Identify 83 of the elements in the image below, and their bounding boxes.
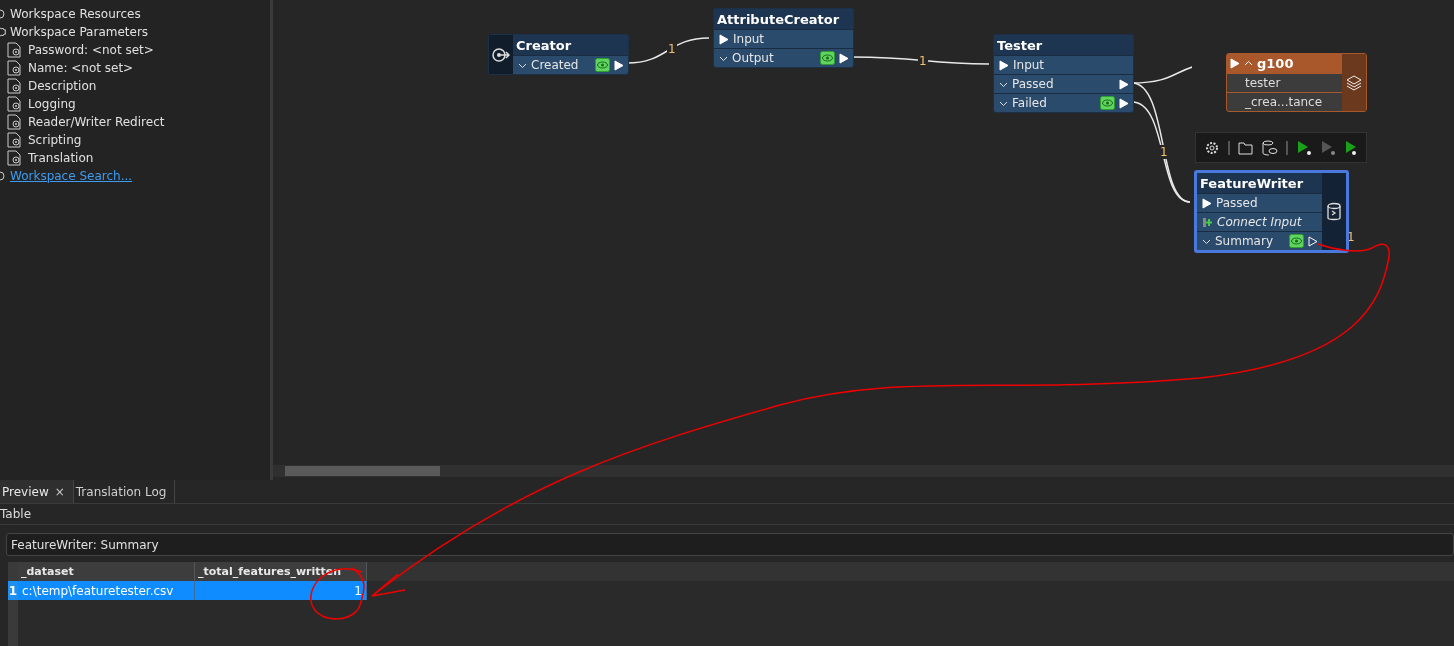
tree-item[interactable]: Scripting (28, 133, 82, 147)
port-arrow-icon[interactable] (614, 59, 624, 71)
parameter-icon (6, 42, 24, 58)
bookmark-title: g100 (1257, 56, 1294, 71)
port-label: Passed (1216, 196, 1258, 210)
port-label: Passed (1012, 77, 1054, 91)
row-number-gutter (8, 600, 18, 646)
folder-icon[interactable] (1238, 140, 1254, 155)
parameter-icon (6, 150, 24, 166)
database-eye-icon[interactable] (1262, 139, 1278, 156)
database-icon (1326, 201, 1342, 222)
layers-icon (1345, 73, 1363, 92)
port-label: Created (531, 58, 579, 72)
port-label: Input (1013, 58, 1045, 72)
port-arrow-icon[interactable] (1230, 58, 1240, 69)
table-cell: 1 (195, 581, 367, 600)
bookmark-node[interactable]: g100 tester _crea...tance (1226, 53, 1367, 112)
table-cell: c:\temp\featuretester.csv (18, 581, 195, 600)
tree-item[interactable]: Translation (28, 151, 94, 165)
horizontal-scrollbar[interactable] (273, 465, 1454, 477)
port-label: Failed (1012, 96, 1047, 110)
node-title: AttributeCreator (714, 9, 853, 29)
panel-tab[interactable]: Preview × (0, 480, 74, 503)
source-field[interactable]: FeatureWriter: Summary (6, 533, 1454, 556)
workspace-search-link[interactable]: Workspace Search... (10, 169, 133, 183)
parameter-icon (6, 78, 24, 94)
column-header[interactable]: _dataset (18, 562, 195, 581)
tree-item[interactable]: Password: <not set> (28, 43, 154, 57)
transformer-node[interactable]: Creator Created (488, 34, 629, 75)
port-arrow-icon[interactable] (839, 52, 849, 64)
output-port[interactable]: Created (513, 55, 628, 74)
port-arrow-icon[interactable] (1119, 97, 1129, 109)
tree-item[interactable]: Workspace Resources (10, 7, 141, 21)
parameter-icon (6, 60, 24, 76)
section-label: Table (0, 507, 32, 521)
transformer-node[interactable]: AttributeCreator Input Output (713, 8, 854, 68)
input-port[interactable]: Passed (1197, 193, 1322, 212)
input-port[interactable]: Input (714, 29, 853, 48)
parameter-icon (6, 114, 24, 130)
tree-item[interactable]: Reader/Writer Redirect (28, 115, 165, 129)
tree-item[interactable]: Logging (28, 97, 76, 111)
tree-item[interactable]: Workspace Parameters (10, 25, 149, 39)
port-arrow-icon[interactable] (1119, 78, 1129, 90)
port-label: Output (732, 51, 774, 65)
tree-item[interactable]: Description (28, 79, 97, 93)
inspect-eye-icon[interactable] (1289, 234, 1304, 248)
connector-line[interactable] (627, 37, 710, 64)
close-tab-button[interactable]: × (54, 484, 65, 499)
port-label: Input (733, 32, 765, 46)
panel-tab[interactable]: Translation Log (73, 480, 176, 503)
run-icon[interactable] (1296, 139, 1312, 156)
port-arrow-icon[interactable] (999, 59, 1009, 71)
resource-icon (0, 8, 6, 20)
inspect-eye-icon[interactable] (1100, 96, 1115, 110)
parameter-icon (6, 132, 24, 148)
connector-line[interactable] (1131, 101, 1191, 203)
feature-count-label: 1 (918, 54, 928, 68)
parameter-icon (6, 96, 24, 112)
output-port[interactable]: Output (714, 48, 853, 67)
inspect-eye-icon[interactable] (820, 51, 835, 65)
add-port-icon[interactable] (1202, 216, 1213, 228)
port-arrow-icon[interactable] (1202, 197, 1212, 209)
port-label: Connect Input (1217, 215, 1302, 229)
transformer-node[interactable]: FeatureWriter Passed Connect Input Summary (1194, 170, 1349, 253)
creator-icon (492, 47, 510, 62)
connector-line[interactable] (851, 56, 990, 65)
node-title: Creator (513, 35, 628, 55)
transformer-node[interactable]: Tester Input Passed Failed (993, 34, 1134, 113)
input-port[interactable]: Input (994, 55, 1133, 74)
node-title: Tester (994, 35, 1133, 55)
output-port[interactable]: Passed (994, 74, 1133, 93)
output-port[interactable]: Failed (994, 93, 1133, 112)
port-label: Summary (1215, 234, 1273, 248)
node-title: FeatureWriter (1197, 173, 1322, 193)
feature-count-label: 1 (1159, 145, 1169, 159)
feature-count-label: 1 (667, 42, 677, 56)
tree-item[interactable]: Name: <not set> (28, 61, 134, 75)
header-corner (8, 562, 18, 581)
output-port[interactable]: Summary (1197, 231, 1322, 250)
inspect-eye-icon[interactable] (595, 58, 610, 72)
settings-icon[interactable] (1204, 139, 1220, 156)
port-arrow-icon[interactable] (719, 33, 729, 45)
port-arrow-icon[interactable] (1308, 235, 1318, 247)
